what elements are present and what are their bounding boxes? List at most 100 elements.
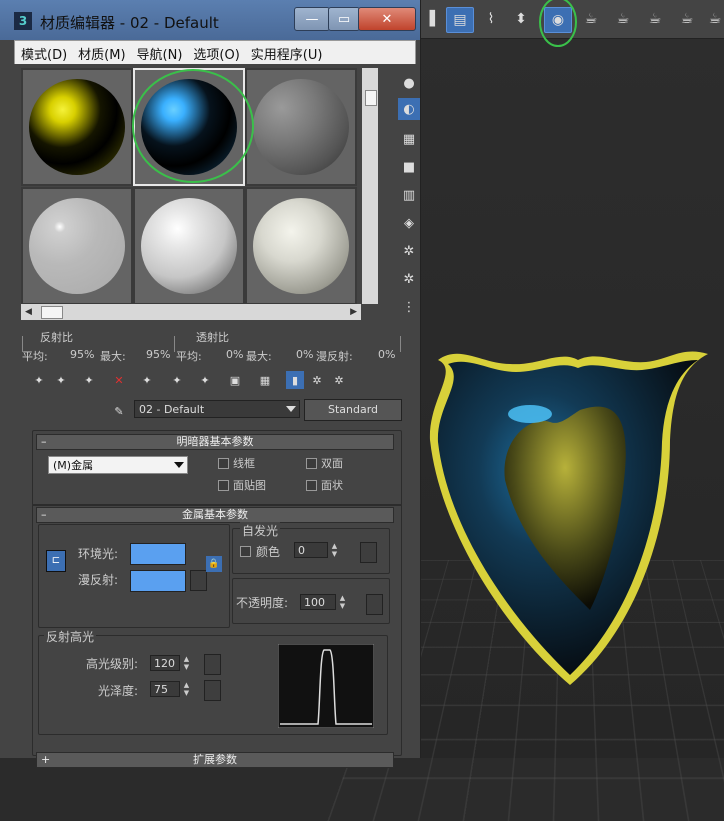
transmit-avg-label: 平均: <box>176 350 202 363</box>
lock-ambient-diffuse-icon[interactable]: ⊏ <box>46 550 66 572</box>
reflect-avg-label: 平均: <box>22 350 48 363</box>
select-by-material-icon[interactable]: ✲ <box>398 268 420 290</box>
reset-map-icon[interactable]: ✕ <box>110 371 128 389</box>
metal-rollout-header[interactable]: – 金属基本参数 <box>36 507 394 523</box>
spinner-arrows-icon[interactable]: ▲ ▼ <box>330 542 339 558</box>
extended-rollout-header[interactable]: + 扩展参数 <box>36 752 394 768</box>
show-map-icon[interactable]: ▦ <box>256 371 274 389</box>
go-to-parent-icon[interactable]: ✲ <box>308 371 326 389</box>
make-preview-icon[interactable]: ◈ <box>398 212 420 234</box>
wire-label: 线框 <box>233 457 255 470</box>
collapse-icon: – <box>41 435 47 448</box>
ambient-color-swatch[interactable] <box>130 543 186 565</box>
window-title: 材质编辑器 - 02 - Default <box>40 14 219 32</box>
self-illum-value-field[interactable]: 0 <box>294 542 328 558</box>
diffuse-map-button[interactable] <box>190 570 207 591</box>
vase-object[interactable] <box>420 330 724 710</box>
slots-vertical-scrollbar[interactable] <box>362 68 378 304</box>
reflect-max-label: 最大: <box>100 350 126 363</box>
sample-slot-5[interactable] <box>133 187 245 305</box>
sample-uv-icon[interactable]: ■ <box>398 156 420 178</box>
spinner-arrows-icon[interactable]: ▲ ▼ <box>182 655 191 671</box>
get-material-icon[interactable]: ✦ <box>30 371 48 389</box>
spinner-arrows-icon[interactable]: ▲ ▼ <box>338 594 347 610</box>
shader-type-value: (M)金属 <box>53 459 94 472</box>
ambient-label: 环境光: <box>78 547 119 561</box>
material-id-channel-icon[interactable]: ▣ <box>226 371 244 389</box>
minimize-button[interactable]: — <box>294 7 330 31</box>
render-iterative-icon[interactable]: ☕ <box>674 7 700 31</box>
assign-material-icon[interactable]: ✦ <box>80 371 98 389</box>
curve-editor-icon[interactable]: ⌇ <box>478 7 504 31</box>
divider <box>400 336 401 352</box>
render-setup-icon[interactable]: ☕ <box>578 7 604 31</box>
material-sphere <box>29 198 125 294</box>
show-end-result-icon[interactable]: ▮ <box>286 371 304 389</box>
two-sided-checkbox[interactable] <box>306 458 317 469</box>
go-forward-sibling-icon[interactable]: ✲ <box>330 371 348 389</box>
scrollbar-thumb[interactable] <box>365 90 377 106</box>
glossiness-map-button[interactable] <box>204 680 221 701</box>
shader-type-dropdown[interactable]: (M)金属 <box>48 456 188 474</box>
diffuse-color-swatch[interactable] <box>130 570 186 592</box>
sample-type-icon[interactable]: ● <box>398 72 420 94</box>
maximize-button[interactable]: ▭ <box>328 7 360 31</box>
faceted-checkbox[interactable] <box>306 480 317 491</box>
scrollbar-thumb[interactable] <box>41 306 63 319</box>
spec-level-map-button[interactable] <box>204 654 221 675</box>
sample-slot-6[interactable] <box>245 187 357 305</box>
material-navigator-icon[interactable]: ⋮ <box>398 296 420 318</box>
copy-material-icon[interactable]: ✦ <box>138 371 156 389</box>
material-sphere <box>253 79 349 175</box>
self-illum-color-label: 颜色 <box>256 545 281 559</box>
schematic-view-icon[interactable]: ⬍ <box>508 7 534 31</box>
self-illum-map-button[interactable] <box>360 542 377 563</box>
scroll-left-icon[interactable]: ◀ <box>25 307 32 317</box>
material-editor-window: 3 材质编辑器 - 02 - Default — ▭ ✕ 模式(D) 材质(M)… <box>0 0 421 768</box>
sample-slot-1[interactable] <box>21 68 133 186</box>
reflect-avg-value: 95% <box>70 348 95 361</box>
spec-level-field[interactable]: 120 <box>150 655 180 671</box>
lock-icon[interactable]: 🔒 <box>206 556 222 572</box>
title-bar[interactable]: 3 材质编辑器 - 02 - Default — ▭ ✕ <box>0 0 420 40</box>
render-active-icon[interactable]: ☕ <box>702 7 724 31</box>
eyedropper-icon[interactable]: ✎ <box>110 402 128 420</box>
menu-mode[interactable]: 模式(D) <box>21 44 67 63</box>
material-name-field[interactable]: 02 - Default <box>134 400 300 418</box>
extended-rollout-title: 扩展参数 <box>193 753 237 766</box>
make-unique-icon[interactable]: ✦ <box>168 371 186 389</box>
backlight-icon[interactable]: ◐ <box>398 98 420 120</box>
scene-explorer-icon[interactable]: ▤ <box>446 7 474 33</box>
opacity-value-field[interactable]: 100 <box>300 594 336 610</box>
opacity-map-button[interactable] <box>366 594 383 615</box>
render-production-icon[interactable]: ☕ <box>642 7 668 31</box>
background-icon[interactable]: ▦ <box>398 128 420 150</box>
put-to-library-icon[interactable]: ✦ <box>196 371 214 389</box>
menu-utilities[interactable]: 实用程序(U) <box>251 44 323 63</box>
menu-material[interactable]: 材质(M) <box>78 44 125 63</box>
wire-checkbox[interactable] <box>218 458 229 469</box>
menu-options[interactable]: 选项(O) <box>193 44 239 63</box>
menu-navigation[interactable]: 导航(N) <box>137 44 183 63</box>
glossiness-field[interactable]: 75 <box>150 681 180 697</box>
sample-slot-4[interactable] <box>21 187 133 305</box>
put-to-scene-icon[interactable]: ✦ <box>52 371 70 389</box>
rendered-frame-icon[interactable]: ☕ <box>610 7 636 31</box>
close-button[interactable]: ✕ <box>358 7 416 31</box>
3dsmax-app-icon: 3 <box>14 12 32 30</box>
face-map-checkbox[interactable] <box>218 480 229 491</box>
sample-slot-3[interactable] <box>245 68 357 186</box>
spec-level-label: 高光级别: <box>86 657 139 671</box>
spinner-arrows-icon[interactable]: ▲ ▼ <box>182 681 191 697</box>
shader-rollout-header[interactable]: – 明暗器基本参数 <box>36 434 394 450</box>
transmit-max-label: 最大: <box>246 350 272 363</box>
video-color-check-icon[interactable]: ▥ <box>398 184 420 206</box>
self-illum-color-checkbox[interactable] <box>240 546 251 557</box>
material-type-button[interactable]: Standard <box>304 399 402 421</box>
options-icon[interactable]: ✲ <box>398 240 420 262</box>
toolbar-grip-icon[interactable]: ▌ <box>422 7 448 31</box>
scroll-right-icon[interactable]: ▶ <box>350 307 357 317</box>
slots-horizontal-scrollbar[interactable]: ◀ ▶ <box>21 304 361 320</box>
divider <box>174 336 175 352</box>
specular-title: 反射高光 <box>44 628 97 645</box>
